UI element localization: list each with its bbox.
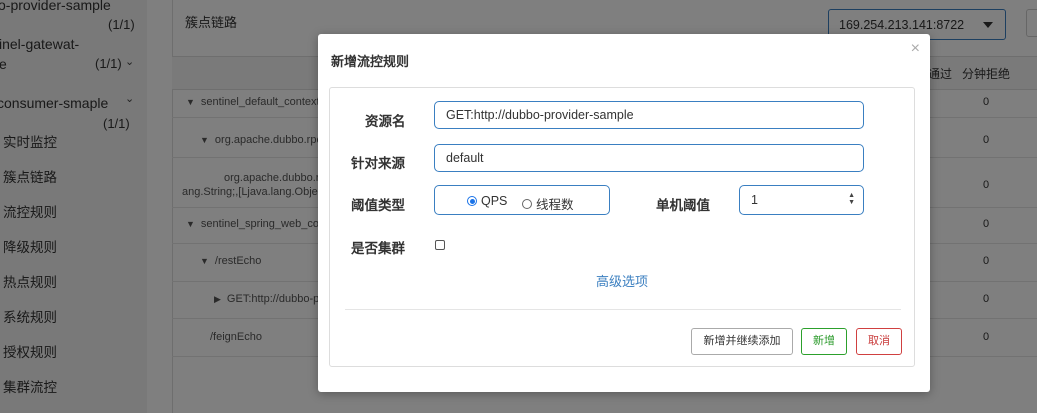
threshold-type-label: 阈值类型 — [351, 198, 405, 213]
cluster-label: 是否集群 — [351, 241, 405, 256]
cluster-checkbox[interactable] — [435, 240, 445, 250]
dialog-title: 新增流控规则 — [331, 54, 410, 69]
single-threshold-value: 1 — [751, 193, 758, 207]
add-flow-rule-dialog: 新增流控规则 × 资源名 GET:http://dubbo-provider-s… — [318, 34, 930, 392]
radio-qps[interactable]: QPS — [467, 194, 507, 208]
single-threshold-label: 单机阈值 — [656, 198, 710, 213]
number-stepper-icon[interactable]: ▲ ▼ — [848, 192, 855, 206]
cancel-button[interactable]: 取消 — [856, 328, 902, 355]
threshold-type-group: QPS 线程数 — [434, 185, 610, 215]
advanced-options-link[interactable]: 高级选项 — [596, 271, 648, 290]
resource-label: 资源名 — [365, 114, 406, 129]
origin-input[interactable]: default — [434, 144, 864, 172]
dialog-divider — [345, 309, 901, 310]
dialog-form: 资源名 GET:http://dubbo-provider-sample 针对来… — [329, 87, 915, 367]
add-button[interactable]: 新增 — [801, 328, 847, 355]
resource-name-input[interactable]: GET:http://dubbo-provider-sample — [434, 101, 864, 129]
add-and-continue-button[interactable]: 新增并继续添加 — [691, 328, 793, 355]
radio-threads[interactable]: 线程数 — [522, 194, 574, 213]
single-threshold-input[interactable]: 1 ▲ ▼ — [739, 185, 864, 215]
origin-label: 针对来源 — [351, 156, 405, 171]
radio-unselected-icon — [522, 198, 532, 209]
radio-selected-icon — [467, 196, 477, 206]
close-icon[interactable]: × — [911, 40, 920, 58]
